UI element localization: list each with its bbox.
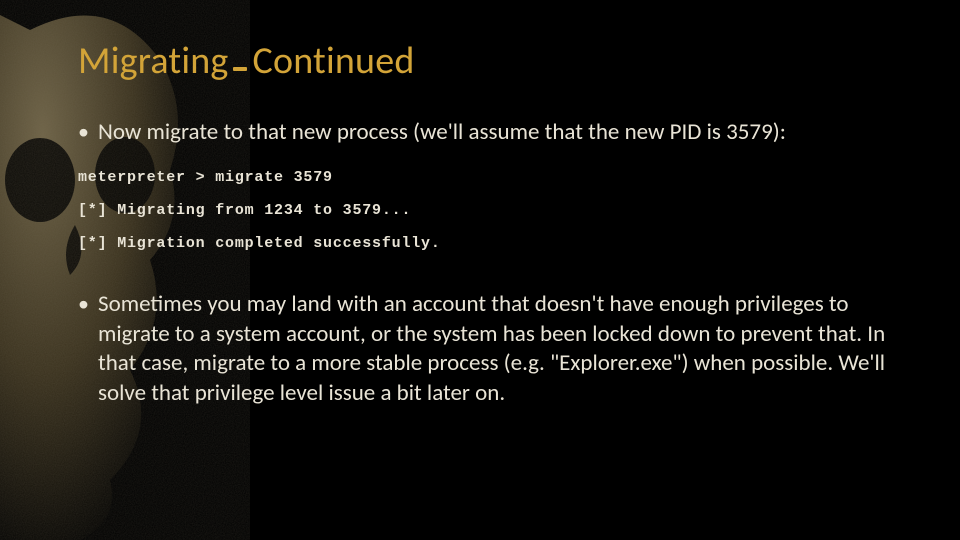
title-part-1: Migrating [78,38,229,84]
title-dash-icon [233,67,247,71]
bullet-list: Sometimes you may land with an account t… [78,290,896,408]
bullet-list: Now migrate to that new process (we'll a… [78,118,896,147]
code-line: meterpreter > migrate 3579 [78,169,333,186]
slide: Migrating Continued Now migrate to that n… [0,0,960,540]
bullet-item: Sometimes you may land with an account t… [78,290,896,408]
code-line: [*] Migration completed successfully. [78,235,441,252]
bullet-item: Now migrate to that new process (we'll a… [78,118,896,147]
code-line: [*] Migrating from 1234 to 3579... [78,202,411,219]
title-part-2: Continued [253,38,415,84]
slide-title: Migrating Continued [78,38,896,84]
slide-content: Migrating Continued Now migrate to that n… [0,0,960,408]
code-block: meterpreter > migrate 3579 [*] Migrating… [78,161,896,260]
